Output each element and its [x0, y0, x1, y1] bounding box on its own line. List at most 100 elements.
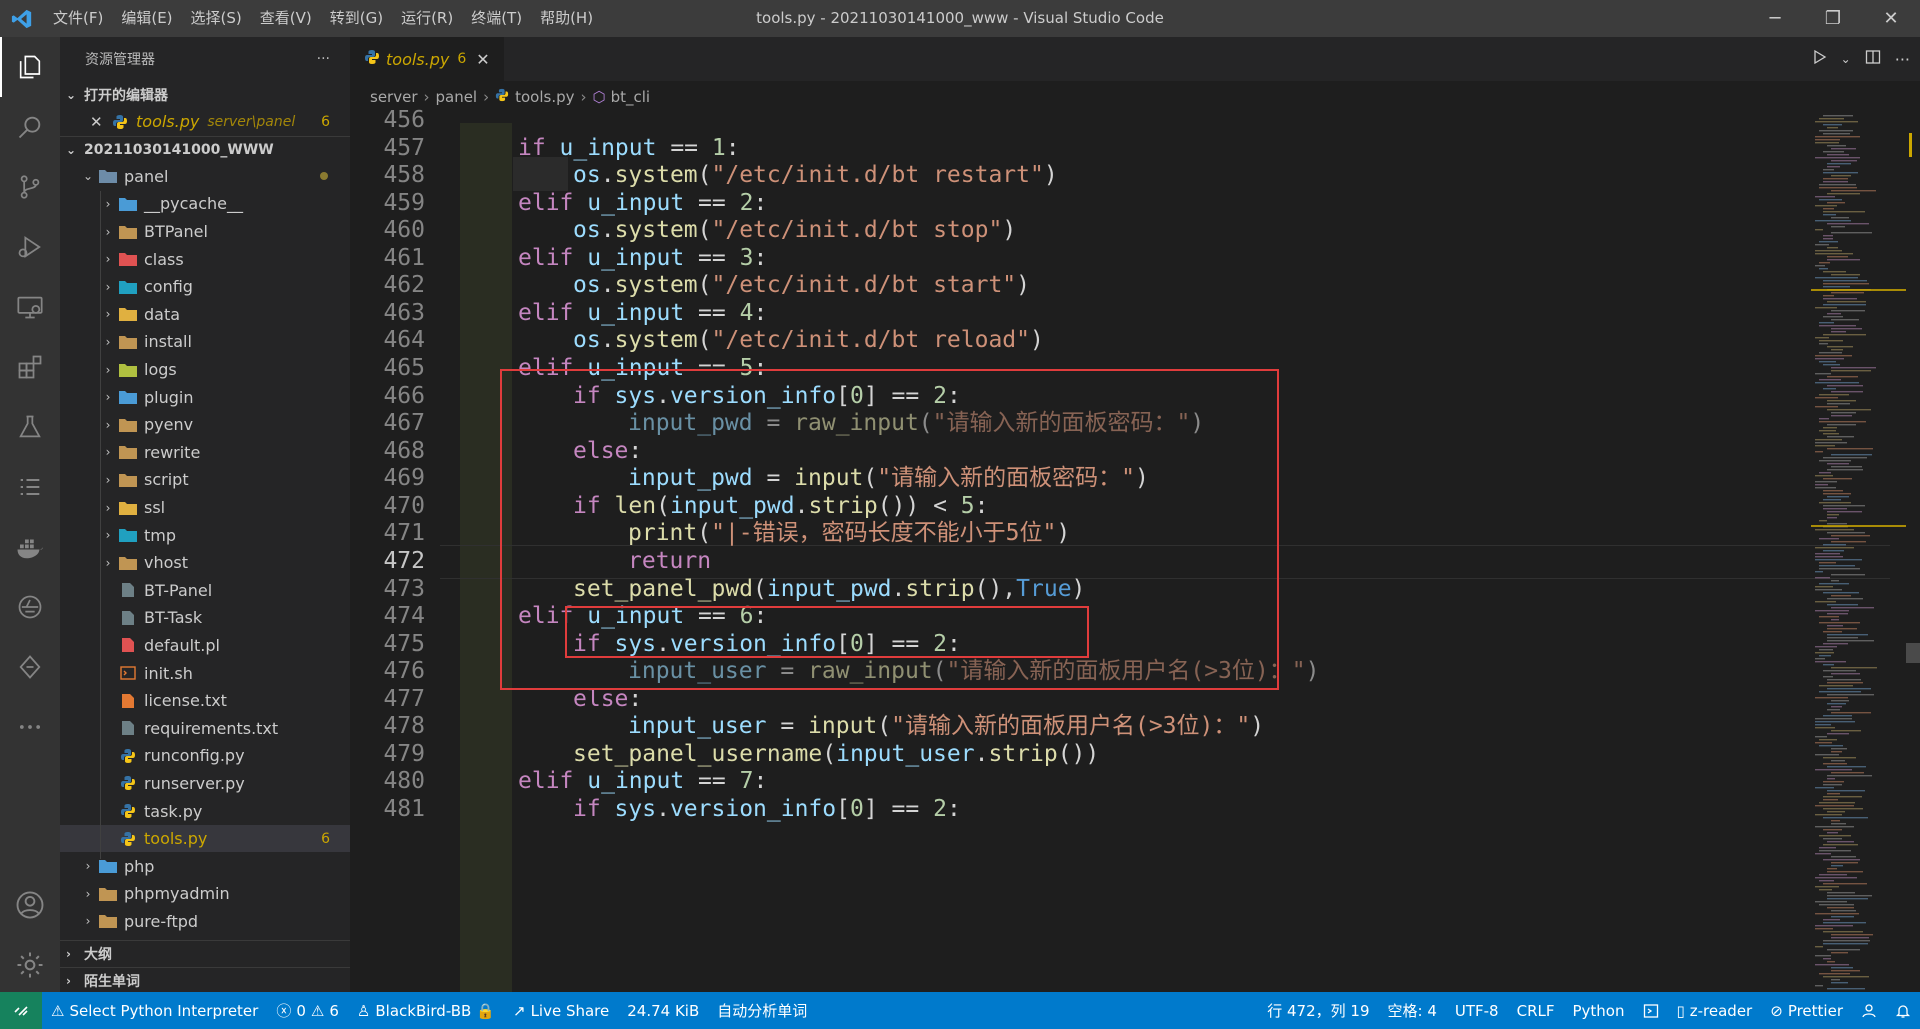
z-reader-button[interactable]: ▯ z-reader	[1668, 992, 1762, 1029]
git-graph-icon[interactable]	[0, 637, 60, 697]
tree-file[interactable]: BT-Task	[60, 604, 350, 632]
menu-item[interactable]: 查看(V)	[251, 0, 321, 37]
code-editor[interactable]: 456 457 if u_input == 1: 458 os.system("/etc…	[350, 106, 1900, 992]
code-token: system	[614, 217, 698, 244]
tree-file[interactable]: task.py	[60, 797, 350, 825]
language-mode[interactable]: Python	[1564, 992, 1634, 1029]
explorer-icon[interactable]	[0, 37, 60, 97]
code-token: elif	[518, 244, 588, 271]
remote-explorer-icon[interactable]	[0, 277, 60, 337]
testing-icon[interactable]	[0, 397, 60, 457]
vertical-scrollbar[interactable]	[1906, 113, 1920, 993]
menu-item[interactable]: 运行(R)	[392, 0, 462, 37]
tab-close-icon[interactable]: ✕	[476, 50, 489, 69]
tree-folder[interactable]: › tmp	[60, 521, 350, 549]
notifications-bell-icon[interactable]	[1886, 992, 1920, 1029]
tree-folder[interactable]: › BTPanel	[60, 218, 350, 246]
cloud-icon[interactable]	[0, 577, 60, 637]
tree-folder[interactable]: › __pycache__	[60, 190, 350, 218]
auto-analysis-button[interactable]: 自动分析单词	[708, 992, 816, 1029]
scrollbar-thumb[interactable]	[1906, 643, 1920, 663]
source-control-icon[interactable]	[0, 157, 60, 217]
split-editor-icon[interactable]	[1865, 49, 1881, 69]
breadcrumb-item[interactable]: server	[370, 88, 417, 106]
tree-file[interactable]: runserver.py	[60, 770, 350, 798]
close-window-button[interactable]: ✕	[1862, 0, 1920, 37]
tree-folder[interactable]: › script	[60, 466, 350, 494]
prettier-button[interactable]: ⊘ Prettier	[1761, 992, 1852, 1029]
tree-file[interactable]: requirements.txt	[60, 714, 350, 742]
settings-gear-icon[interactable]	[0, 935, 60, 995]
tree-file[interactable]: BT-Panel	[60, 577, 350, 605]
close-icon[interactable]: ✕	[90, 113, 110, 131]
tree-folder[interactable]: › config	[60, 273, 350, 301]
tree-file[interactable]: tools.py 6	[60, 824, 350, 853]
encoding-setting[interactable]: UTF-8	[1446, 992, 1508, 1029]
more-actions-icon[interactable]: ···	[1895, 50, 1910, 69]
sidebar-more-button[interactable]: ···	[317, 51, 330, 67]
tree-folder[interactable]: › vhost	[60, 549, 350, 577]
tree-folder[interactable]: › php	[60, 852, 350, 880]
tree-folder[interactable]: › logs	[60, 356, 350, 384]
tree-file[interactable]: default.pl	[60, 632, 350, 660]
tree-folder[interactable]: › class	[60, 245, 350, 273]
accounts-status-icon[interactable]	[1852, 992, 1886, 1029]
breadcrumb-item[interactable]: tools.py	[515, 88, 574, 106]
account-icon[interactable]	[0, 875, 60, 935]
problems-indicator[interactable]: ⓧ 0 ⚠ 6	[267, 992, 348, 1029]
breadcrumb-item[interactable]: panel	[435, 88, 477, 106]
search-icon[interactable]	[0, 97, 60, 157]
tree-folder[interactable]: › pure-ftpd	[60, 908, 350, 936]
tree-folder[interactable]: › data	[60, 301, 350, 329]
feedback-icon[interactable]	[1634, 992, 1668, 1029]
minimize-button[interactable]: ─	[1746, 0, 1804, 37]
tree-folder[interactable]: › install	[60, 328, 350, 356]
open-editors-header[interactable]: ⌄ 打开的编辑器	[60, 81, 350, 108]
code-token: :	[946, 796, 961, 822]
restore-button[interactable]: ❐	[1804, 0, 1862, 37]
theme-indicator[interactable]: ♙ BlackBird-BB 🔒	[348, 992, 504, 1029]
menu-item[interactable]: 帮助(H)	[531, 0, 602, 37]
indentation-setting[interactable]: 空格: 4	[1379, 992, 1446, 1029]
python-file-icon	[118, 831, 138, 847]
tree-file[interactable]: init.sh	[60, 659, 350, 687]
code-token: (	[697, 272, 712, 299]
open-editor-tools[interactable]: ✕ tools.py server\panel 6	[60, 108, 350, 136]
tree-folder[interactable]: › pyenv	[60, 411, 350, 439]
tree-file[interactable]: runconfig.py	[60, 742, 350, 770]
chevron-down-icon[interactable]: ⌄	[1841, 52, 1851, 66]
tab-tools-py[interactable]: tools.py 6 ✕	[350, 37, 504, 81]
title-bar: 文件(F) 编辑(E) 选择(S) 查看(V) 转到(G) 运行(R) 终端(T) 帮助(H)…	[0, 0, 1920, 37]
tree-folder[interactable]: › phpmyadmin	[60, 880, 350, 908]
remote-indicator-icon[interactable]	[0, 992, 42, 1029]
live-share-button[interactable]: ↗ Live Share	[504, 992, 618, 1029]
cursor-position[interactable]: 行 472，列 19	[1258, 992, 1378, 1029]
run-file-icon[interactable]	[1811, 49, 1827, 69]
menu-item[interactable]: 文件(F)	[44, 0, 112, 37]
vocabulary-header[interactable]: › 陌生单词	[60, 967, 350, 992]
eol-setting[interactable]: CRLF	[1508, 992, 1564, 1029]
config-folder-icon	[118, 279, 138, 295]
tree-item-label: pure-ftpd	[124, 911, 199, 931]
menu-item[interactable]: 选择(S)	[182, 0, 251, 37]
tree-folder[interactable]: › ssl	[60, 494, 350, 522]
menu-item[interactable]: 终端(T)	[462, 0, 531, 37]
breadcrumb-item[interactable]: bt_cli	[611, 88, 651, 106]
tree-folder[interactable]: › plugin	[60, 383, 350, 411]
tree-file[interactable]: license.txt	[60, 687, 350, 715]
minimap[interactable]	[1811, 113, 1906, 993]
docker-icon[interactable]	[0, 517, 60, 577]
run-debug-icon[interactable]	[0, 217, 60, 277]
live-share-icon: ↗	[512, 1001, 526, 1020]
menu-item[interactable]: 编辑(E)	[112, 0, 181, 37]
menu-item[interactable]: 转到(G)	[321, 0, 392, 37]
list-icon[interactable]	[0, 457, 60, 517]
tree-folder[interactable]: › rewrite	[60, 439, 350, 467]
select-interpreter-button[interactable]: ⚠ Select Python Interpreter	[42, 992, 267, 1029]
more-icon[interactable]	[0, 697, 60, 757]
workspace-root-header[interactable]: ⌄ 20211030141000_WWW	[60, 135, 350, 163]
tree-folder-panel[interactable]: ⌄ panel	[60, 163, 350, 191]
extensions-icon[interactable]	[0, 337, 60, 397]
outline-header[interactable]: › 大纲	[60, 940, 350, 967]
folder-icon	[118, 444, 138, 460]
